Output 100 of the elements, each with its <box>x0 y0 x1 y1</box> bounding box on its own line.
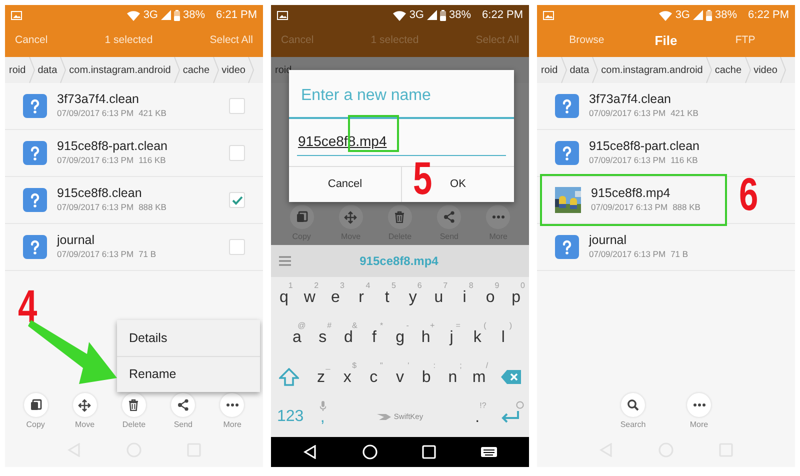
keyboard-key[interactable]: 1 q <box>271 277 297 317</box>
copy-icon <box>30 399 42 411</box>
keyboard-key[interactable]: 2 w <box>296 277 323 317</box>
breadcrumb-item[interactable]: com.instagram.android <box>68 62 172 78</box>
keyboard-key[interactable]: 6 y <box>400 277 426 317</box>
file-date: 07/09/2017 6:13 PM <box>589 107 666 120</box>
wifi-icon <box>127 10 140 20</box>
wifi-icon <box>393 10 406 20</box>
keyboard-key[interactable]: 5 t <box>374 277 400 317</box>
move-icon <box>78 398 92 412</box>
keyboard-key[interactable]: + h <box>412 317 439 357</box>
image-icon <box>277 10 288 20</box>
breadcrumb-item[interactable]: com.instagram.android <box>600 62 704 78</box>
file-date: 07/09/2017 6:13 PM <box>57 107 134 120</box>
share-icon <box>443 211 456 223</box>
keyboard-key[interactable]: 8 i <box>452 277 478 317</box>
chevron-icon <box>248 57 254 83</box>
keyboard-key[interactable]: & d <box>336 317 362 357</box>
keyboard-key[interactable]: " c <box>360 357 387 397</box>
file-size: 71 B <box>670 248 688 261</box>
copy-icon <box>296 211 308 223</box>
network-type: 3G <box>409 8 424 23</box>
file-size: 421 KB <box>138 107 166 120</box>
chevron-icon <box>744 57 751 83</box>
unknown-file-icon <box>555 141 579 165</box>
menu-item[interactable]: Rename <box>117 356 260 392</box>
dialog-button[interactable]: OK <box>444 172 472 196</box>
keyboard-key[interactable]: 0 p <box>503 277 529 317</box>
step-number: 5 <box>413 155 432 201</box>
file-name: journal <box>589 233 628 248</box>
file-size: 888 KB <box>138 201 166 214</box>
file-date: 07/09/2017 6:13 PM <box>57 154 134 167</box>
chevron-icon <box>28 57 35 83</box>
selection-count: 1 selected <box>104 33 153 48</box>
microphone-icon <box>320 401 326 411</box>
file-size: 116 KB <box>670 154 698 167</box>
more-icon <box>492 215 505 219</box>
unknown-file-icon <box>23 235 47 259</box>
keyboard-key[interactable]: ' v <box>386 357 414 397</box>
chevron-icon <box>212 57 219 83</box>
emoji-icon <box>516 401 524 409</box>
enter-icon <box>500 410 520 424</box>
keyboard-key[interactable]: @ a <box>284 317 310 357</box>
file-date: 07/09/2017 6:13 PM <box>589 248 666 261</box>
keyboard-key[interactable]: - g <box>387 317 413 357</box>
signal-icon <box>427 10 437 20</box>
battery-level: 38% <box>715 8 738 23</box>
network-type: 3G <box>675 8 690 23</box>
keyboard-key[interactable]: # s <box>310 317 336 357</box>
battery-icon <box>706 10 712 20</box>
breadcrumb-item[interactable]: cache <box>182 62 211 78</box>
dialog-button[interactable]: Cancel <box>322 172 368 196</box>
breadcrumb-item[interactable]: data <box>568 62 590 78</box>
shift-icon <box>279 368 300 386</box>
file-name: journal <box>57 233 96 248</box>
checkbox[interactable] <box>229 239 245 255</box>
keyboard-icon[interactable] <box>480 446 497 458</box>
clock: 6:22 PM <box>482 8 523 23</box>
trash-icon <box>394 211 406 223</box>
chevron-icon <box>592 57 598 83</box>
battery-icon <box>174 10 180 20</box>
checkbox[interactable] <box>229 145 245 161</box>
image-icon <box>543 10 554 20</box>
breadcrumb-item[interactable]: video <box>752 62 778 78</box>
keyboard-key[interactable]: $ x <box>334 357 361 397</box>
file-name: 3f73a7f4.clean <box>57 92 140 108</box>
keyboard-key[interactable]: = j <box>438 317 464 357</box>
keyboard-key[interactable]: * f <box>361 317 388 357</box>
more-icon <box>692 403 706 407</box>
unknown-file-icon <box>23 94 47 118</box>
keyboard-key[interactable]: / m <box>466 357 492 397</box>
keyboard-key[interactable]: : b <box>413 357 440 397</box>
keyboard-key[interactable]: ) l <box>490 317 516 357</box>
step-number: 4 <box>18 283 38 329</box>
checkbox[interactable] <box>229 98 245 114</box>
breadcrumb-item[interactable]: video <box>220 62 246 78</box>
keyboard-key[interactable]: ( k <box>464 317 490 357</box>
share-icon <box>177 399 190 411</box>
file-size: 421 KB <box>670 107 698 120</box>
keyboard-key[interactable]: ; n <box>440 357 466 397</box>
keyboard-key[interactable]: 7 u <box>426 277 452 317</box>
breadcrumb-item[interactable]: roid <box>540 62 559 78</box>
chevron-icon <box>174 57 180 83</box>
backspace-icon <box>500 370 521 384</box>
logo-icon <box>376 413 391 421</box>
menu-icon <box>279 256 291 266</box>
keyboard-key[interactable]: !? . <box>464 397 490 437</box>
keyboard-key[interactable]: 4 r <box>348 277 374 317</box>
breadcrumb-item[interactable]: cache <box>714 62 743 78</box>
menu-item[interactable]: Details <box>117 320 260 356</box>
breadcrumb-item[interactable]: roid <box>8 62 27 78</box>
checkbox[interactable] <box>229 192 245 208</box>
keyboard-key[interactable]: _ z <box>308 357 334 397</box>
file-name: 915ce8f8-part.clean <box>589 139 700 154</box>
file-date: 07/09/2017 6:13 PM <box>589 154 666 167</box>
file-name: 915ce8f8.mp4 <box>591 186 672 202</box>
breadcrumb-item[interactable]: data <box>36 62 58 78</box>
image-icon <box>11 10 22 20</box>
keyboard-key[interactable]: 3 e <box>322 277 348 317</box>
keyboard-key[interactable]: 9 o <box>477 277 504 317</box>
